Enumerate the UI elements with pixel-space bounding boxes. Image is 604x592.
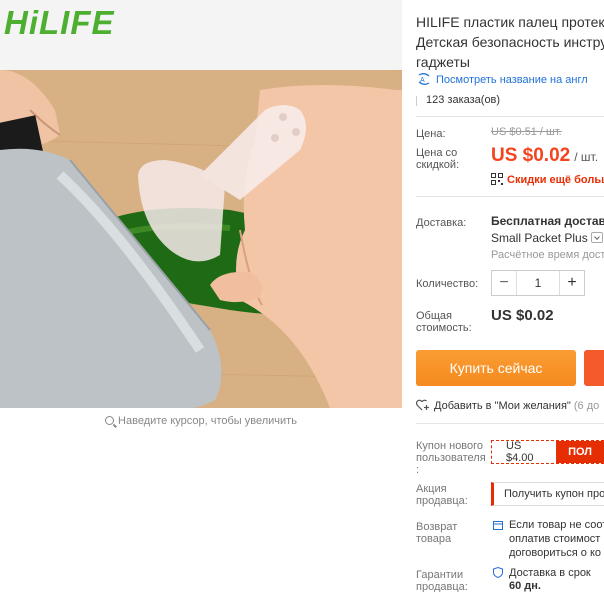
label-line: :	[416, 464, 420, 476]
qr-code-icon	[491, 173, 503, 185]
product-info-panel: HILIFE пластик палец протекто Детская бе…	[402, 0, 604, 592]
return-box-icon	[493, 521, 503, 530]
buy-now-button[interactable]: Купить сейчас	[416, 350, 576, 386]
guarantee-label: Гарантии продавца:	[416, 569, 468, 592]
coupon-amount: US $4.00	[492, 440, 557, 464]
label-line: продавца:	[416, 581, 468, 592]
text-line: оплатив стоимост	[509, 533, 601, 545]
brand-logo: HiLIFE	[4, 4, 115, 41]
returns-text: Если товар не соот оплатив стоимост дого…	[509, 518, 604, 560]
title-line: HILIFE пластик палец протекто	[416, 14, 604, 30]
current-price-value: US $0.02	[491, 145, 571, 166]
quantity-stepper: − 1 +	[491, 270, 585, 296]
svg-text:A: A	[420, 77, 425, 84]
price-unit: / шт.	[574, 150, 599, 164]
get-coupon-button[interactable]: ПОЛ	[556, 441, 604, 463]
product-photo-illustration	[0, 0, 402, 408]
translate-link-text: Посмотреть название на англ	[436, 74, 588, 86]
quantity-input[interactable]: 1	[516, 271, 560, 295]
zoom-hint-text: Наведите курсор, чтобы увеличить	[118, 415, 297, 427]
add-to-wishlist-link[interactable]: Добавить в "Мои желания" (6 до	[416, 399, 599, 412]
heart-plus-icon	[416, 399, 429, 411]
text-line: Если товар не соот	[509, 519, 604, 531]
title-line: Детская безопасность инструм	[416, 34, 604, 50]
label-line: Акция	[416, 483, 447, 495]
current-price: US $0.02/ шт.	[491, 145, 598, 167]
quantity-increase-button[interactable]: +	[560, 271, 584, 295]
product-image[interactable]: HiLIFE	[0, 0, 402, 408]
label-line: Гарантии	[416, 569, 464, 581]
price-label: Цена:	[416, 128, 446, 140]
label-line: Цена со	[416, 147, 458, 159]
label-line: продавца:	[416, 495, 468, 507]
text-line: 60 дн.	[509, 580, 541, 592]
shipping-title: Бесплатная доставка	[491, 214, 604, 228]
magnifier-icon	[105, 416, 115, 425]
seller-coupon-button[interactable]: Получить купон про	[491, 482, 604, 506]
new-user-coupon[interactable]: US $4.00 ПОЛ	[491, 440, 604, 464]
more-discounts-link[interactable]: Скидки ещё больш	[491, 173, 604, 186]
text-line: Доставка в срок	[509, 567, 591, 579]
shipping-time: Расчётное время дост	[491, 249, 604, 261]
label-line: Возврат	[416, 521, 458, 533]
title-line: гаджеты	[416, 54, 470, 70]
translate-title-link[interactable]: A Посмотреть название на англ	[416, 73, 588, 86]
discount-price-label: Цена со скидкой:	[416, 147, 459, 171]
add-to-cart-button[interactable]	[584, 350, 604, 386]
orders-count: 123 заказа(ов)	[415, 94, 501, 106]
dropdown-chevron-icon	[590, 232, 603, 243]
label-line: Купон нового	[416, 440, 484, 452]
shipping-method-value: Small Packet Plus	[491, 231, 588, 245]
shipping-method-select[interactable]: Small Packet Plus	[491, 231, 603, 245]
label-line: товара	[416, 533, 452, 545]
divider	[416, 196, 604, 197]
quantity-decrease-button[interactable]: −	[492, 271, 516, 295]
returns-label: Возврат товара	[416, 521, 457, 545]
label-line: пользователя	[416, 452, 486, 464]
shipping-label: Доставка:	[416, 217, 467, 229]
total-label: Общая стоимость:	[416, 310, 472, 334]
label-line: скидкой:	[416, 159, 460, 171]
product-title: HILIFE пластик палец протекто Детская бе…	[416, 12, 604, 72]
label-line: стоимость:	[416, 322, 472, 334]
quantity-label: Количество:	[416, 278, 479, 290]
zoom-hint: Наведите курсор, чтобы увеличить	[0, 408, 402, 427]
more-discounts-text: Скидки ещё больш	[507, 174, 604, 186]
old-price: US $0.51 / шт.	[491, 126, 562, 138]
total-price: US $0.02	[491, 307, 554, 324]
text-line: договориться о ко	[509, 547, 602, 559]
wishlist-text: Добавить в "Мои желания"	[434, 400, 571, 412]
divider	[416, 423, 604, 424]
shield-icon	[493, 567, 503, 578]
divider	[416, 116, 604, 117]
wishlist-count: (6 до	[573, 400, 600, 412]
label-line: Общая	[416, 310, 452, 322]
translate-icon: A	[418, 73, 430, 85]
new-user-coupon-label: Купон нового пользователя :	[416, 440, 486, 476]
guarantee-text: Доставка в срок 60 дн.	[509, 567, 591, 592]
seller-promo-label: Акция продавца:	[416, 483, 468, 507]
